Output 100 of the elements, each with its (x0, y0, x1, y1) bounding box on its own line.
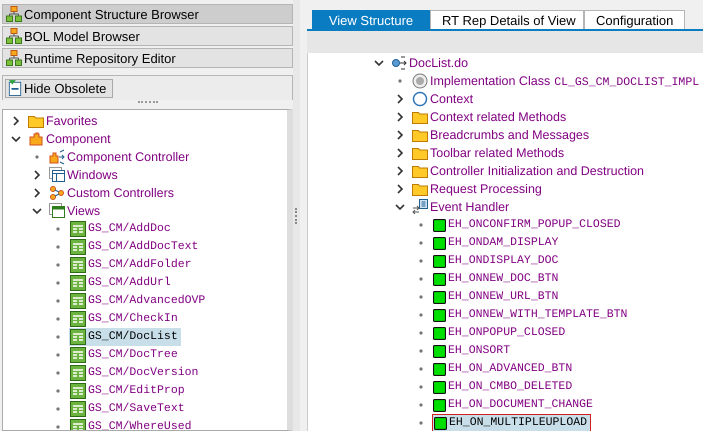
radio-icon (412, 73, 428, 89)
view-icon (70, 221, 86, 237)
view-icon (70, 347, 86, 363)
node-arrows-icon (391, 55, 407, 71)
tree-item[interactable]: DocList.do (409, 54, 472, 72)
hierarchy-icon (6, 28, 22, 44)
tree-item[interactable]: Component Controller (67, 148, 192, 166)
chevron-down-icon[interactable] (11, 134, 21, 144)
tree-item[interactable]: GS_CM/AdvancedOVP (88, 292, 208, 310)
chevron-right-icon[interactable] (395, 94, 405, 104)
tree-item[interactable]: Favorites (46, 112, 100, 130)
method-icon (433, 290, 446, 304)
tree-item[interactable]: EH_ONDISPLAY_DOC (448, 252, 562, 270)
event-handler-icon (412, 199, 428, 215)
tab[interactable]: View Structure (312, 10, 430, 29)
tree-item[interactable]: EH_ONNEW_URL_BTN (448, 288, 562, 306)
method-icon (433, 236, 446, 250)
chevron-down-icon[interactable] (32, 206, 42, 216)
chevron-right-icon[interactable] (395, 130, 405, 140)
tree-item[interactable]: GS_CM/DocList (88, 328, 181, 346)
view-icon (70, 401, 86, 417)
tab[interactable]: RT Rep Details of View (430, 10, 584, 29)
tree-item[interactable]: Event Handler (430, 198, 512, 216)
method-icon (433, 308, 446, 322)
folder-icon (412, 145, 428, 161)
hide-obsolete-button[interactable]: Hide Obsolete (5, 78, 114, 98)
tree-item[interactable]: EH_ONCONFIRM_POPUP_CLOSED (448, 216, 624, 234)
method-icon (433, 218, 446, 232)
method-icon (433, 344, 446, 358)
method-icon (433, 380, 446, 394)
view-icon (70, 365, 86, 381)
tree-item[interactable]: EH_ON_ADVANCED_BTN (448, 360, 576, 378)
tab[interactable]: Configuration (584, 10, 685, 29)
chevron-right-icon[interactable] (32, 188, 42, 198)
controller-icon (49, 149, 65, 165)
hierarchy-icon (6, 50, 22, 66)
tree-item[interactable]: EH_ONNEW_WITH_TEMPLATE_BTN (448, 306, 630, 324)
tree-item[interactable]: EH_ONPOPUP_CLOSED (448, 324, 568, 342)
tree-item[interactable]: GS_CM/CheckIn (88, 310, 181, 328)
tree-item[interactable]: Context (430, 90, 476, 108)
tree-item[interactable]: EH_ONSORT (448, 342, 514, 360)
tree-item[interactable]: Views (67, 202, 104, 220)
folder-icon (412, 181, 428, 197)
view-icon (70, 257, 86, 273)
browser-button[interactable]: BOL Model Browser (2, 26, 293, 46)
view-icon (70, 329, 86, 345)
tree-item[interactable]: Controller Initialization and Destruction (430, 162, 647, 180)
tree-item[interactable]: GS_CM/WhereUsed (88, 418, 195, 430)
tree-item[interactable]: GS_CM/AddUrl (88, 274, 174, 292)
chevron-right-icon[interactable] (395, 148, 405, 158)
tree-item[interactable]: Custom Controllers (67, 184, 177, 202)
chevron-down-icon[interactable] (374, 58, 384, 68)
list-minus-icon (8, 80, 22, 96)
folder-icon (412, 127, 428, 143)
tree-item[interactable]: EH_ONDAM_DISPLAY (448, 234, 562, 252)
method-icon (433, 254, 446, 268)
tree-item[interactable]: Toolbar related Methods (430, 144, 568, 162)
chevron-right-icon[interactable] (395, 184, 405, 194)
tree-item[interactable]: GS_CM/AddDocText (88, 238, 202, 256)
chevron-right-icon[interactable] (395, 112, 405, 122)
folder-icon (412, 109, 428, 125)
chevron-down-icon[interactable] (395, 202, 405, 212)
method-icon (433, 272, 446, 286)
method-icon (433, 398, 446, 412)
tree-item[interactable]: GS_CM/AddDoc (88, 220, 174, 238)
view-icon (70, 293, 86, 309)
tree-item[interactable]: GS_CM/EditProp (88, 382, 188, 400)
browser-button[interactable]: Component Structure Browser (2, 4, 293, 24)
chevron-right-icon[interactable] (395, 166, 405, 176)
tree-item[interactable]: EH_ONNEW_DOC_BTN (448, 270, 562, 288)
hierarchy-icon (6, 6, 22, 22)
method-icon (433, 326, 446, 340)
tree-item[interactable]: EH_ON_CMBO_DELETED (448, 378, 576, 396)
method-icon (433, 362, 446, 376)
selected-tree-node[interactable] (69, 328, 88, 346)
puzzle-icon (28, 131, 44, 147)
tree-item[interactable]: EH_ON_DOCUMENT_CHANGE (448, 396, 596, 414)
folder-icon (28, 113, 44, 129)
tree-item[interactable]: Request Processing (430, 180, 545, 198)
view-icon (70, 383, 86, 399)
tree-item[interactable]: GS_CM/DocTree (88, 346, 181, 364)
windows-icon (49, 167, 65, 183)
folder-icon (412, 163, 428, 179)
chevron-right-icon[interactable] (32, 170, 42, 180)
tree-item[interactable]: GS_CM/DocVersion (88, 364, 202, 382)
tree-item[interactable]: Windows (67, 166, 121, 184)
tree-item[interactable]: Component (46, 130, 114, 148)
tree-item[interactable]: Breadcrumbs and Messages (430, 126, 592, 144)
browser-button[interactable]: Runtime Repository Editor (2, 48, 293, 68)
tree-item[interactable]: GS_CM/AddFolder (88, 256, 195, 274)
tree-item[interactable]: Context related Methods (430, 108, 570, 126)
chevron-right-icon[interactable] (11, 116, 21, 126)
view-icon (70, 311, 86, 327)
circle-icon (412, 91, 428, 107)
tree-item[interactable]: Implementation Class CL_GS_CM_DOCLIST_IMPL (430, 72, 702, 90)
views-icon (49, 203, 65, 219)
view-icon (70, 275, 86, 291)
view-icon (70, 239, 86, 255)
tree-item[interactable]: GS_CM/SaveText (88, 400, 188, 418)
controllers-icon (49, 185, 65, 201)
